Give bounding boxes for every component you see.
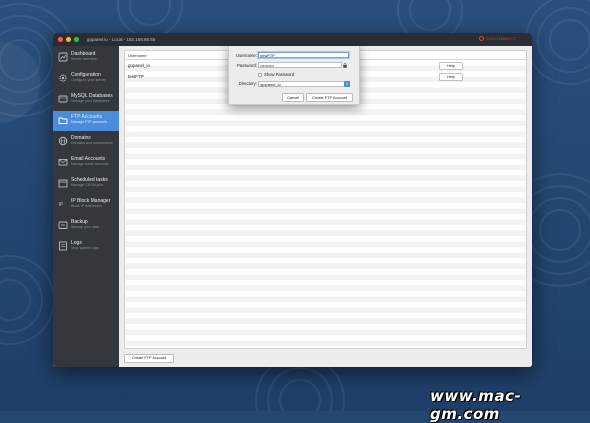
password-label: Password: [236, 63, 257, 68]
sidebar-item-subtitle: View system logs [71, 246, 99, 250]
sidebar-item-scheduled-tasks[interactable]: Scheduled tasks Manage CRON jobs [53, 174, 119, 194]
ip-block-icon: IP [59, 202, 64, 208]
username-label: Username: [235, 53, 257, 58]
watermark: www.mac-gm.com [430, 387, 522, 423]
power-icon [478, 36, 484, 41]
sidebar-item-subtitle: Domains and subdomains [71, 141, 113, 145]
sidebar-item-subtitle: Block IP Addresses [71, 204, 102, 208]
sidebar-item-subtitle: Manage email accounts [71, 162, 109, 166]
directory-select[interactable]: /gopanel_io ⇕ [258, 81, 350, 87]
cancel-button[interactable]: Cancel [282, 93, 304, 102]
sidebar-item-subtitle: Server overview [71, 57, 97, 61]
sidebar-item-subtitle: Manage CRON jobs [71, 183, 104, 187]
sidebar-item-mysql-databases[interactable]: MySQL Databases Manage your databases [53, 90, 119, 110]
sidebar-item-subtitle: Manage FTP accounts [71, 120, 108, 124]
disconnect-label: DISCONNECT [486, 36, 516, 41]
chevron-up-down-icon: ⇕ [344, 81, 350, 87]
username-field[interactable]: newFTP [258, 52, 349, 58]
sidebar-item-subtitle: Manage your databases [71, 99, 110, 103]
sidebar-item-domains[interactable]: Domains Domains and subdomains [53, 132, 119, 152]
create-ftp-account-submit-button[interactable]: Create FTP Account [306, 93, 353, 102]
sidebar-item-ftp-accounts[interactable]: FTP Accounts Manage FTP accounts [53, 111, 119, 131]
minimize-window-button[interactable] [66, 37, 71, 42]
show-password-checkbox[interactable] [258, 73, 262, 77]
envelope-icon [58, 159, 68, 166]
sidebar-item-backup[interactable]: Backup Backup your data [53, 216, 119, 236]
lock-icon[interactable] [343, 63, 347, 68]
create-ftp-account-dialog: Username: newFTP Password: •••••••••• Sh… [228, 46, 360, 105]
sidebar-item-subtitle: Configure your server [71, 78, 106, 82]
username-cell: gopanel_io [128, 63, 151, 68]
sidebar-item-configuration[interactable]: Configuration Configure your server [53, 69, 119, 89]
svg-text:IP: IP [59, 202, 64, 208]
sidebar-item-email-accounts[interactable]: Email Accounts Manage email accounts [53, 153, 119, 173]
zoom-window-button[interactable] [74, 37, 79, 42]
close-window-button[interactable] [58, 37, 63, 42]
create-ftp-account-button[interactable]: Create FTP Account [124, 354, 174, 363]
globe-icon [58, 136, 68, 146]
calendar-icon [58, 179, 68, 188]
sidebar-item-logs[interactable]: Logs View system logs [53, 237, 119, 257]
dashboard-icon [58, 52, 68, 62]
sidebar-item-dashboard[interactable]: Dashboard Server overview [53, 48, 119, 68]
username-cell: testFTP [128, 74, 144, 79]
directory-label: Directory: [238, 81, 257, 86]
show-password-label: Show Password [264, 72, 295, 77]
help-button[interactable]: Help [439, 73, 463, 81]
password-field[interactable]: •••••••••• [258, 62, 342, 68]
directory-value: /gopanel_io [260, 82, 281, 87]
column-header-username[interactable]: Username [128, 53, 146, 58]
sidebar-item-subtitle: Backup your data [71, 225, 99, 229]
logs-icon [59, 241, 67, 251]
folder-icon [58, 117, 68, 124]
title-bar: gopanel.io - Local - 192.168.68.59 DISCO… [53, 33, 532, 46]
backup-icon [58, 221, 68, 229]
gear-icon [59, 74, 67, 82]
sidebar: Dashboard Server overview Configuration Co… [53, 46, 119, 367]
sidebar-item-ip-block-manager[interactable]: IP IP Block Manager Block IP Addresses [53, 195, 119, 215]
disconnect-button[interactable]: DISCONNECT [478, 36, 516, 41]
window-title: gopanel.io - Local - 192.168.68.59 [87, 37, 156, 42]
help-button[interactable]: Help [439, 62, 463, 70]
database-icon [58, 95, 68, 103]
